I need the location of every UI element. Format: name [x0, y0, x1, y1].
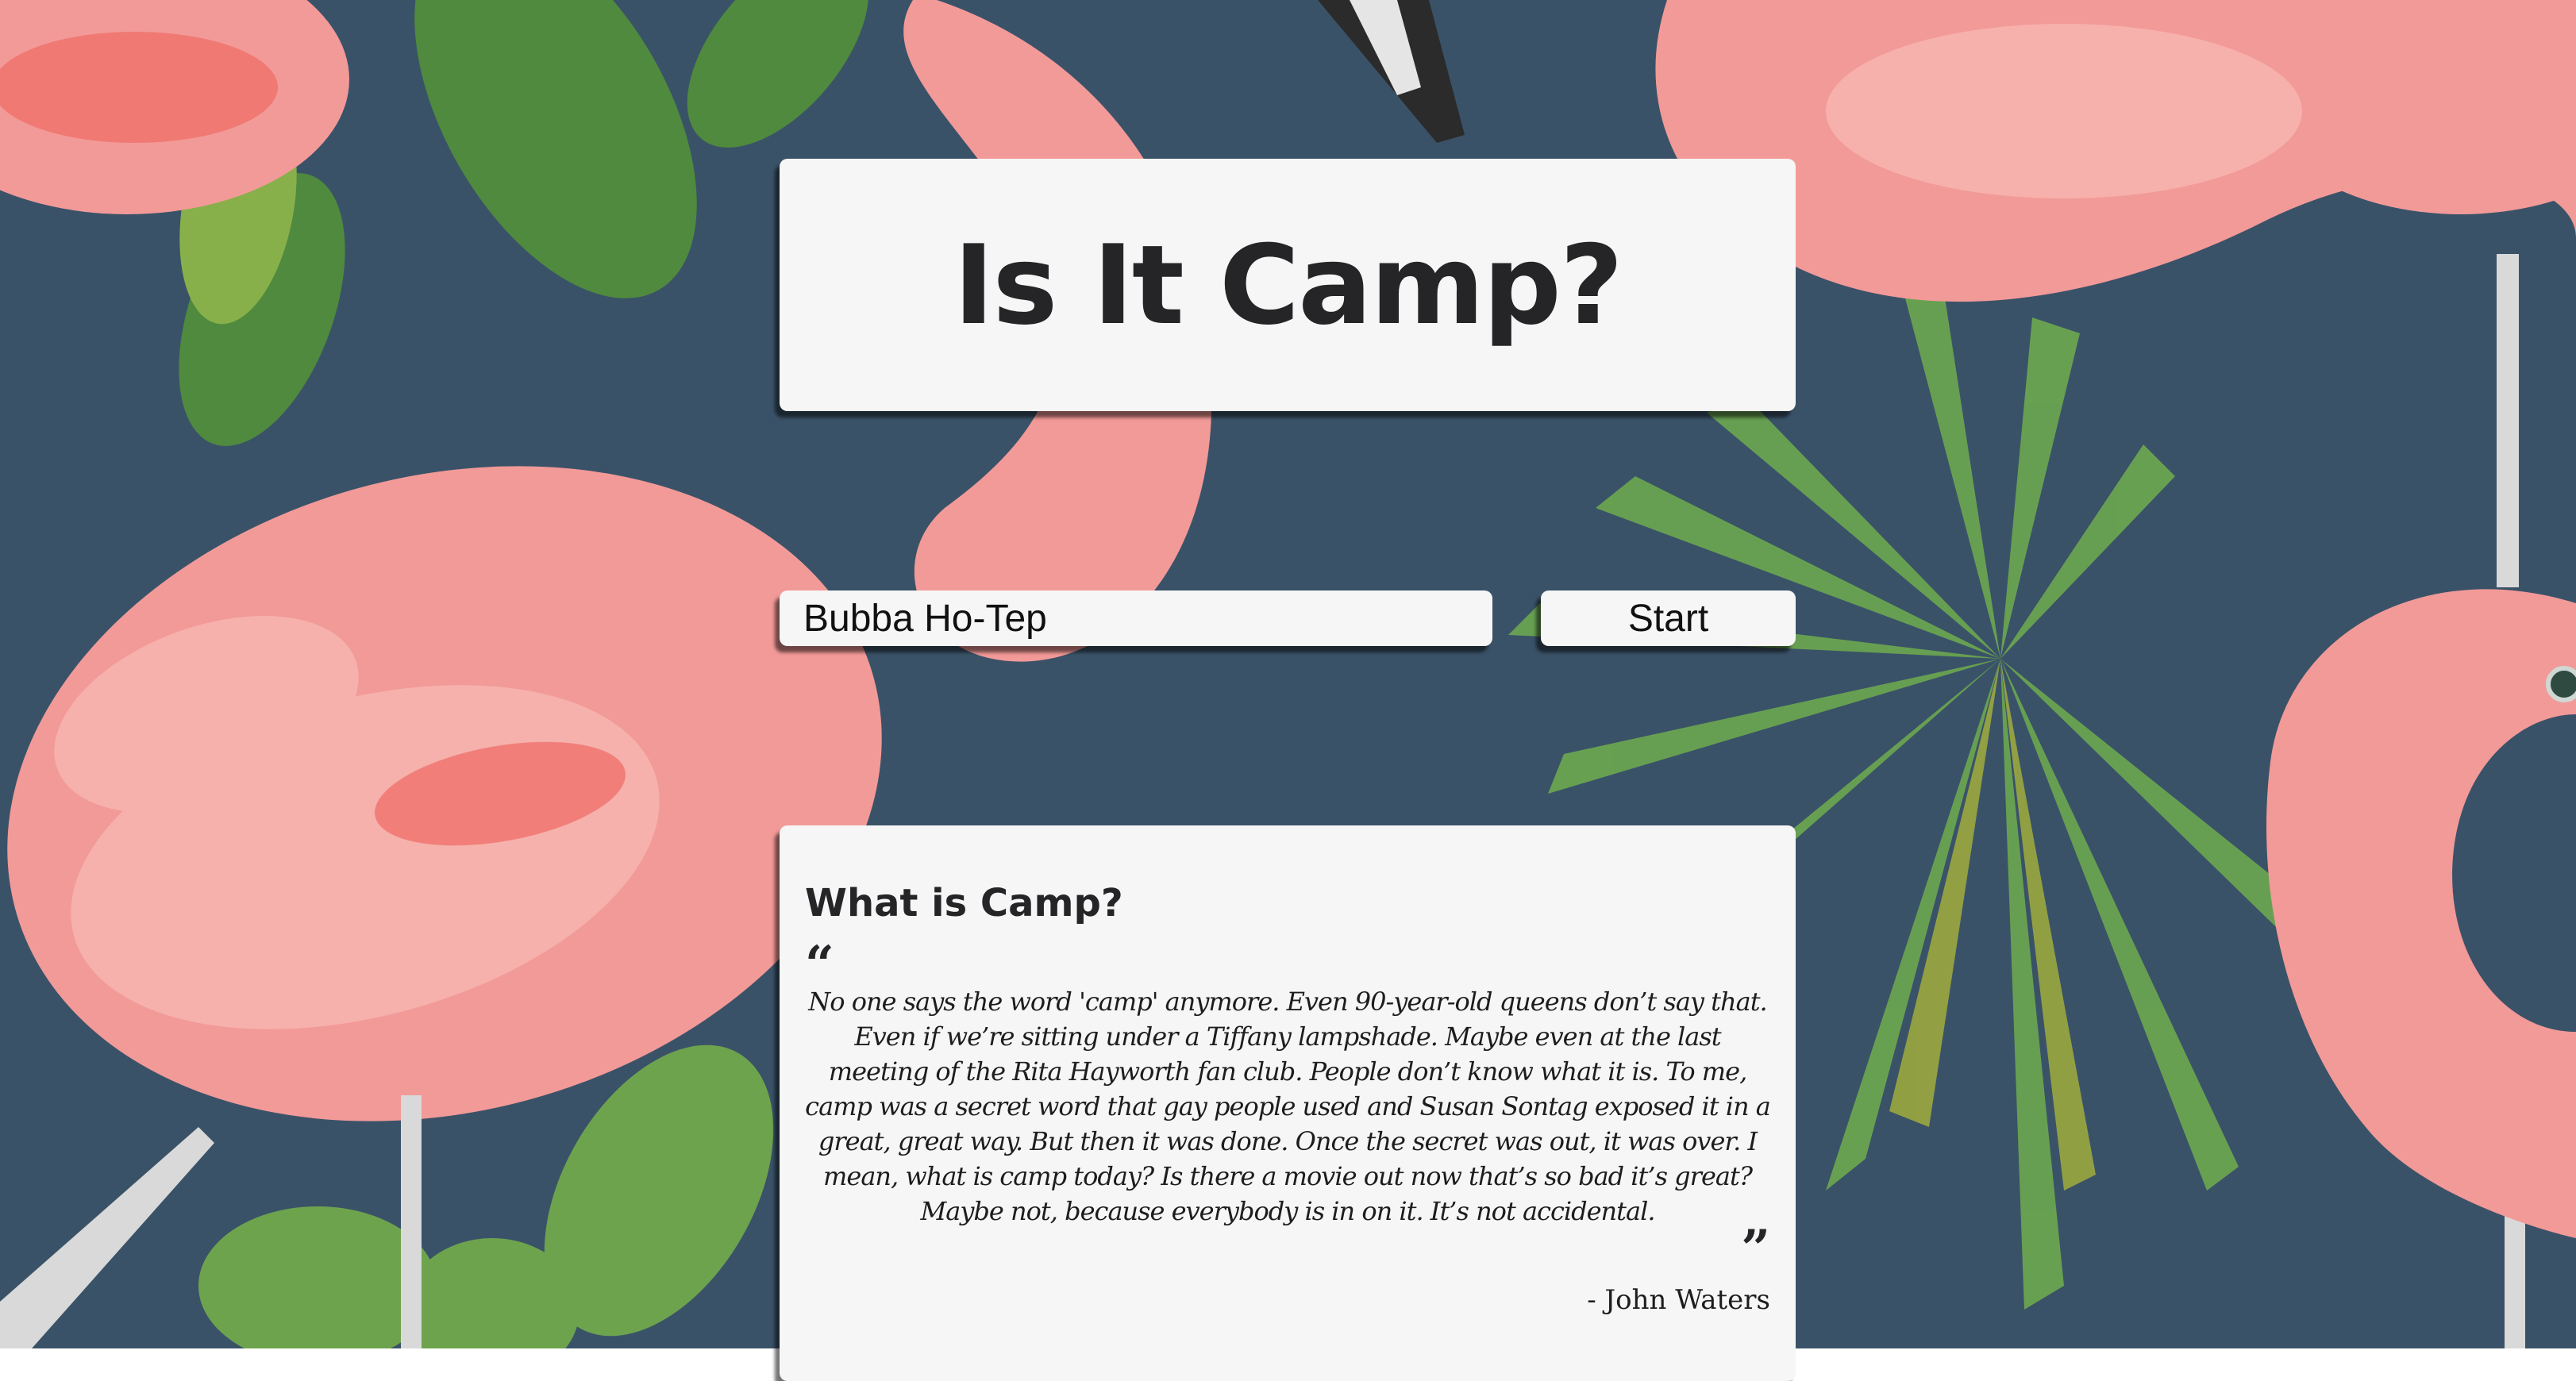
page-title: Is It Camp? [953, 221, 1623, 349]
open-quote-icon: “ [805, 935, 834, 994]
close-quote-icon: ” [1741, 1219, 1770, 1279]
info-heading: What is Camp? [805, 881, 1123, 925]
movie-search-input[interactable] [780, 590, 1492, 646]
quote-text: No one says the word 'camp' anymore. Eve… [805, 987, 1771, 1226]
start-button[interactable]: Start [1541, 590, 1796, 646]
title-card: Is It Camp? [780, 159, 1796, 411]
quote-author: - John Waters [1587, 1284, 1770, 1316]
camp-definition-card: What is Camp? “ No one says the word 'ca… [780, 825, 1796, 1381]
